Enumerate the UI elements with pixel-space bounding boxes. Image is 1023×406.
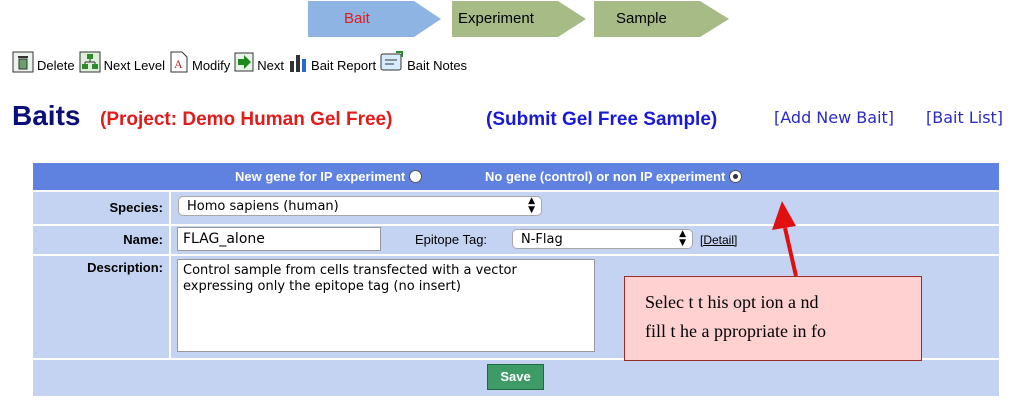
step-arrow-shape	[308, 1, 441, 37]
divider	[33, 224, 999, 226]
species-select[interactable]: Homo sapiens (human) ▲ ▼	[178, 196, 542, 216]
radio-option-new-gene[interactable]: New gene for IP experiment	[235, 169, 423, 184]
project-name: (Project: Demo Human Gel Free)	[100, 109, 393, 130]
page-heading: Baits (Project: Demo Human Gel Free) (Su…	[12, 100, 1017, 134]
workflow-step-experiment[interactable]: Experiment	[452, 0, 587, 38]
description-textarea[interactable]: Control sample from cells transfected wi…	[177, 259, 595, 352]
experiment-type-selector: New gene for IP experiment No gene (cont…	[33, 163, 999, 190]
modify-label: Modify	[192, 58, 231, 73]
page-title: Baits	[12, 100, 81, 131]
name-label: Name:	[123, 232, 163, 247]
radio-no-gene[interactable]	[729, 170, 743, 183]
hierarchy-icon	[79, 51, 101, 73]
radio-option-no-gene[interactable]: No gene (control) or non IP experiment	[485, 169, 743, 184]
species-value: Homo sapiens (human)	[187, 199, 339, 214]
edit-document-icon: A	[170, 51, 188, 73]
bait-report-label: Bait Report	[311, 58, 377, 73]
step-label-bait: Bait	[344, 10, 370, 27]
epitope-tag-value: N-Flag	[521, 232, 563, 247]
description-value: Control sample from cells transfected wi…	[183, 263, 517, 294]
bait-list-link[interactable]: [Bait List]	[926, 108, 1003, 127]
step-label-experiment: Experiment	[458, 10, 534, 27]
epitope-tag-select[interactable]: N-Flag ▲ ▼	[512, 229, 693, 249]
species-label: Species:	[109, 200, 163, 215]
description-label: Description:	[87, 260, 163, 275]
divider	[33, 254, 999, 256]
svg-text:A: A	[174, 57, 183, 71]
bar-chart-icon	[290, 55, 307, 72]
annotation-line-1: Selec t t his opt ion a nd	[645, 292, 819, 312]
toolbar: Delete Next Level A Modify Next Bait Rep…	[12, 45, 471, 73]
modify-button[interactable]: A Modify	[169, 51, 230, 73]
annotation-line-2: fill t he a ppropriate in fo	[645, 321, 826, 341]
workflow-step-sample[interactable]: Sample	[594, 0, 730, 38]
workflow-steps: Bait Experiment Sample	[0, 0, 1023, 40]
next-label: Next	[257, 58, 285, 73]
next-level-label: Next Level	[103, 58, 165, 73]
bait-notes-button[interactable]: Bait Notes	[380, 51, 467, 73]
bait-report-button[interactable]: Bait Report	[288, 51, 376, 73]
delete-label: Delete	[37, 58, 75, 73]
submit-gel-free-sample-link[interactable]: (Submit Gel Free Sample)	[486, 109, 717, 131]
select-arrows-icon: ▲ ▼	[679, 229, 686, 248]
select-arrows-icon: ▲ ▼	[528, 196, 535, 215]
detail-link[interactable]: [Detail]	[700, 233, 737, 247]
name-field[interactable]: FLAG_alone	[177, 227, 381, 251]
name-value: FLAG_alone	[183, 231, 265, 247]
next-level-button[interactable]: Next Level	[79, 51, 165, 73]
bait-notes-label: Bait Notes	[407, 58, 468, 73]
delete-button[interactable]: Delete	[12, 51, 75, 73]
radio-label-no-gene: No gene (control) or non IP experiment	[485, 169, 726, 184]
annotation-callout: Selec t t his opt ion a nd fill t he a p…	[624, 276, 922, 361]
divider	[33, 190, 999, 192]
save-button[interactable]: Save	[487, 364, 544, 390]
step-label-sample: Sample	[616, 10, 667, 27]
radio-new-gene[interactable]	[409, 170, 423, 183]
arrow-right-icon	[234, 52, 254, 72]
epitope-tag-label: Epitope Tag:	[415, 232, 488, 247]
column-divider	[169, 192, 171, 359]
next-button[interactable]: Next	[234, 51, 284, 73]
radio-label-new-gene: New gene for IP experiment	[235, 169, 406, 184]
add-new-bait-link[interactable]: [Add New Bait]	[774, 108, 894, 127]
workflow-step-bait[interactable]: Bait	[308, 0, 442, 38]
notes-icon	[380, 51, 404, 71]
trash-icon	[12, 51, 34, 73]
